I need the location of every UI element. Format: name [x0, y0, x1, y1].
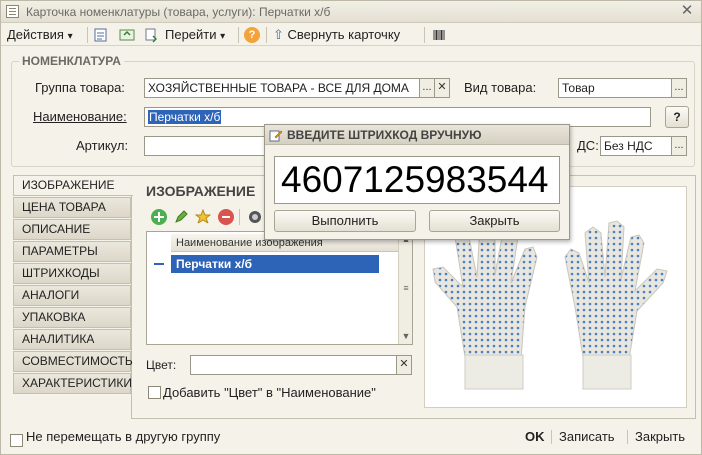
vat-label: ДС: [577, 138, 599, 153]
nomenclature-group-title: НОМЕНКЛАТУРА [19, 54, 124, 68]
grid-scrollbar[interactable]: ▲ ≡ ▼ [398, 232, 412, 344]
dialog-title: ВВЕДИТЕ ШТРИХКОД ВРУЧНУЮ [287, 128, 482, 142]
barcode-input[interactable]: 4607125983544 [274, 156, 560, 204]
row-state-icon [153, 258, 165, 270]
tab-price[interactable]: ЦЕНА ТОВАРА [13, 197, 131, 218]
collapse-card-label: Свернуть карточку [287, 27, 401, 42]
toolbar-separator [266, 27, 267, 43]
product-kind-select-button[interactable]: ... [671, 78, 687, 98]
tab-image[interactable]: ИЗОБРАЖЕНИЕ [13, 175, 133, 196]
actions-menu[interactable]: Действия ▾ [7, 27, 73, 43]
scroll-thumb-icon[interactable]: ≡ [400, 282, 412, 294]
barcode-icon[interactable] [431, 27, 447, 43]
item-card-window: Карточка номенклатуры (товара, услуги): … [0, 0, 702, 455]
add-color-label: Добавить "Цвет" в "Наименование" [163, 385, 376, 400]
chevron-down-icon: ▾ [220, 31, 226, 42]
product-group-clear-button[interactable]: ✕ [434, 78, 450, 98]
vat-field[interactable]: Без НДС [600, 136, 672, 156]
tab-compatibility[interactable]: СОВМЕСТИМОСТЬ [13, 351, 133, 372]
dialog-close-button[interactable]: Закрыть [429, 210, 560, 232]
toolbar-separator [87, 27, 88, 43]
vat-select-button[interactable]: ... [671, 136, 687, 156]
edit-form-icon [269, 130, 283, 142]
table-row[interactable]: Перчатки х/б [171, 255, 379, 273]
color-field[interactable] [190, 355, 397, 375]
image-list-grid[interactable]: Наименование изображения Перчатки х/б ▲ … [146, 231, 413, 345]
tab-description[interactable]: ОПИСАНИЕ [13, 219, 131, 240]
product-kind-field[interactable]: Товар [558, 78, 672, 98]
post-document-icon[interactable] [93, 27, 109, 43]
right-glove-icon [564, 220, 668, 390]
goto-label: Перейти [165, 27, 217, 42]
save-button[interactable]: Записать [559, 429, 615, 444]
tab-characteristics[interactable]: ХАРАКТЕРИСТИКИ [13, 373, 132, 394]
execute-button[interactable]: Выполнить [274, 210, 416, 232]
ok-button[interactable]: OK [525, 429, 545, 444]
toolbar: Действия ▾ Перейти ▾ ? ⇧ Свернуть карточ… [1, 24, 701, 46]
collapse-card-button[interactable]: ⇧ Свернуть карточку [273, 27, 400, 43]
color-clear-button[interactable]: ✕ [396, 355, 412, 375]
dialog-title-bar: ВВЕДИТЕ ШТРИХКОД ВРУЧНУЮ [265, 125, 569, 145]
barcode-entry-dialog: ВВЕДИТЕ ШТРИХКОД ВРУЧНУЮ 4607125983544 В… [264, 124, 570, 240]
footer-separator [551, 430, 552, 444]
product-group-field[interactable]: ХОЗЯЙСТВЕННЫЕ ТОВАРА - ВСЕ ДЛЯ ДОМА [144, 78, 420, 98]
product-group-select-button[interactable]: ... [419, 78, 435, 98]
no-move-checkbox[interactable] [10, 434, 23, 447]
help-icon[interactable]: ? [244, 27, 260, 43]
footer-separator [627, 430, 628, 444]
table-cell: Перчатки х/б [176, 257, 252, 271]
name-value: Перчатки х/б [148, 110, 222, 124]
arrow-up-icon: ⇧ [273, 27, 284, 42]
left-glove-icon [432, 220, 538, 390]
name-label: Наименование: [33, 109, 127, 124]
edit-pencil-icon[interactable] [173, 209, 189, 225]
name-help-button[interactable]: ? [665, 106, 689, 128]
copy-document-icon[interactable] [143, 27, 159, 43]
tab-parameters[interactable]: ПАРАМЕТРЫ [13, 241, 131, 262]
toolbar-separator [238, 27, 239, 43]
scroll-down-arrow[interactable]: ▼ [400, 330, 412, 342]
tab-analogs[interactable]: АНАЛОГИ [13, 285, 131, 306]
refresh-icon[interactable] [119, 27, 135, 43]
add-color-checkbox[interactable] [148, 386, 161, 399]
window-close-button[interactable]: ✕ [678, 2, 696, 20]
document-icon [6, 5, 19, 18]
chevron-down-icon: ▾ [67, 31, 73, 42]
delete-icon[interactable] [218, 209, 234, 225]
tab-analytics[interactable]: АНАЛИТИКА [13, 329, 131, 350]
title-bar: Карточка номенклатуры (товара, услуги): … [1, 1, 701, 23]
add-icon[interactable] [151, 209, 167, 225]
close-button[interactable]: Закрыть [635, 429, 685, 444]
tab-barcodes[interactable]: ШТРИХКОДЫ [13, 263, 131, 284]
window-title: Карточка номенклатуры (товара, услуги): … [26, 5, 331, 19]
product-kind-label: Вид товара: [464, 80, 537, 95]
article-field[interactable] [144, 136, 274, 156]
no-move-label: Не перемещать в другую группу [26, 429, 221, 444]
camera-icon[interactable] [247, 209, 263, 225]
product-group-label: Группа товара: [35, 80, 125, 95]
article-label: Артикул: [76, 138, 129, 153]
favorite-star-icon[interactable] [195, 209, 211, 225]
color-label: Цвет: [146, 358, 177, 372]
goto-menu[interactable]: Перейти ▾ [165, 27, 225, 43]
actions-label: Действия [7, 27, 64, 42]
content-toolbar-separator [239, 209, 240, 225]
tab-packaging[interactable]: УПАКОВКА [13, 307, 131, 328]
image-section-title: ИЗОБРАЖЕНИЕ [146, 183, 256, 199]
toolbar-separator [424, 27, 425, 43]
